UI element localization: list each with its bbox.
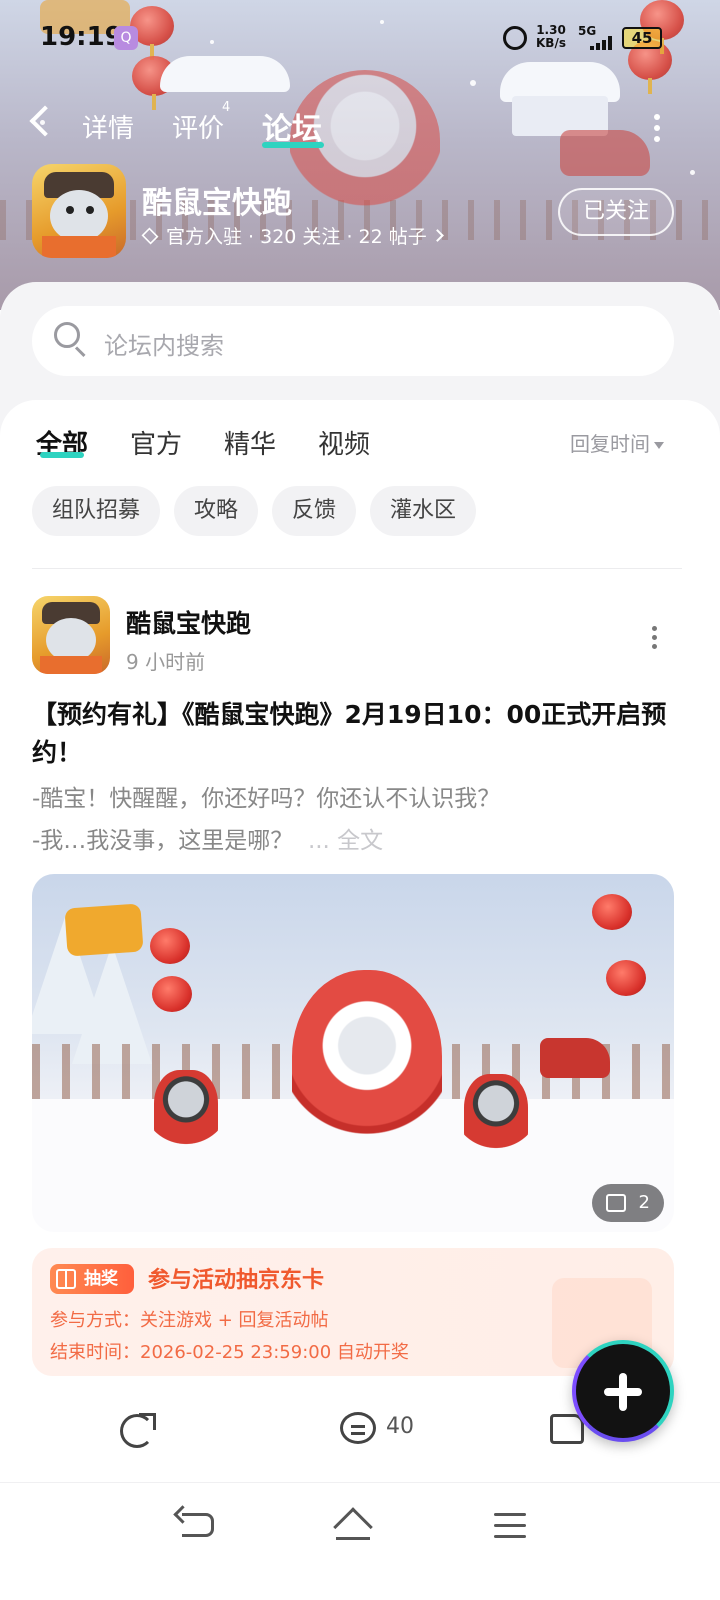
chip-guides[interactable]: 攻略 — [174, 486, 259, 536]
post-timestamp: 9 小时前 — [126, 650, 206, 674]
search-placeholder: 论坛内搜索 — [104, 332, 224, 360]
more-options-icon[interactable] — [652, 114, 662, 144]
diamond-icon — [141, 227, 159, 244]
app-meta-text: 官方入驻 · 320 关注 · 22 帖子 — [166, 226, 427, 248]
game-logo-image — [64, 903, 144, 957]
post-author-avatar[interactable] — [32, 596, 110, 674]
lottery-end-time: 结束时间：2026-02-25 23:59:00 自动开奖 — [50, 1342, 409, 1363]
top-nav: 详情 评价 4 论坛 — [0, 96, 720, 156]
post-more-icon[interactable] — [650, 626, 658, 650]
sort-dropdown[interactable]: 回复时间 — [570, 428, 664, 457]
search-input[interactable]: 论坛内搜索 — [32, 306, 674, 376]
forum-content: 论坛内搜索 全部 官方 精华 视频 回复时间 组队招募 攻略 反馈 灌水区 酷鼠… — [0, 282, 720, 1482]
system-nav-bar — [0, 1482, 720, 1600]
like-icon[interactable] — [550, 1414, 584, 1444]
app-info: 酷鼠宝快跑 官方入驻 · 320 关注 · 22 帖子 已关注 — [0, 162, 720, 262]
lottery-method: 参与方式：关注游戏 + 回复活动帖 — [50, 1310, 329, 1331]
new-post-button[interactable] — [572, 1340, 674, 1442]
active-tab-indicator — [262, 142, 324, 148]
post-panel: 全部 官方 精华 视频 回复时间 组队招募 攻略 反馈 灌水区 酷鼠宝快跑 9 … — [0, 400, 720, 1482]
tab-details[interactable]: 详情 — [82, 108, 134, 145]
system-home-icon[interactable] — [333, 1507, 373, 1547]
tab-reviews[interactable]: 评价 — [172, 108, 224, 145]
app-name: 酷鼠宝快跑 — [142, 186, 292, 221]
image-count-badge: 2 — [592, 1184, 664, 1222]
chip-feedback[interactable]: 反馈 — [272, 486, 357, 536]
search-icon — [54, 322, 86, 358]
battery-icon: 45 — [622, 27, 662, 49]
chip-team-recruit[interactable]: 组队招募 — [32, 486, 161, 536]
network-speed: 1.30 KB/s — [536, 23, 566, 50]
image-icon — [606, 1194, 626, 1212]
caret-down-icon — [654, 442, 664, 449]
lottery-tag: 抽奖 — [50, 1264, 134, 1294]
filter-tab-indicator — [40, 452, 84, 458]
lottery-title: 参与活动抽京东卡 — [148, 1268, 325, 1293]
signal-icon — [590, 36, 616, 50]
share-icon[interactable] — [120, 1413, 156, 1448]
post-author-name[interactable]: 酷鼠宝快跑 — [126, 604, 251, 640]
app-icon[interactable] — [32, 164, 126, 258]
post-title[interactable]: 【预约有礼】《酷鼠宝快跑》2月19日10：00正式开启预约！ — [32, 696, 682, 772]
follow-button[interactable]: 已关注 — [558, 188, 674, 236]
alarm-icon — [503, 26, 527, 50]
system-back-icon[interactable] — [182, 1513, 214, 1537]
comment-icon[interactable] — [340, 1412, 376, 1444]
app-meta[interactable]: 官方入驻 · 320 关注 · 22 帖子 — [141, 222, 444, 249]
post-excerpt[interactable]: -酷宝！快醒醒，你还好吗？你还认不认识我？ -我…我没事，这里是哪？ ... 全… — [32, 778, 682, 862]
filter-tab-video[interactable]: 视频 — [318, 424, 370, 461]
filter-tab-featured[interactable]: 精华 — [224, 424, 276, 461]
chevron-right-icon — [430, 229, 444, 242]
divider — [32, 568, 682, 569]
chip-chat[interactable]: 灌水区 — [370, 486, 477, 536]
system-menu-icon[interactable] — [494, 1513, 526, 1539]
comment-count: 40 — [386, 1414, 414, 1439]
status-time: 19:19 — [40, 22, 123, 52]
notification-app-icon: Q — [114, 26, 138, 50]
filter-tab-official[interactable]: 官方 — [130, 424, 182, 461]
back-icon[interactable] — [29, 105, 61, 137]
gift-icon — [56, 1269, 76, 1289]
reviews-count-badge: 4 — [222, 100, 231, 115]
lottery-card[interactable]: 抽奖 参与活动抽京东卡 参与方式：关注游戏 + 回复活动帖 结束时间：2026-… — [32, 1248, 674, 1376]
read-more-link[interactable]: ... 全文 — [308, 828, 383, 854]
post-image[interactable]: 2 — [32, 874, 674, 1232]
category-chips: 组队招募 攻略 反馈 灌水区 — [32, 486, 477, 536]
status-bar: 19:19 Q 1.30 KB/s 5G 45 — [0, 0, 720, 76]
